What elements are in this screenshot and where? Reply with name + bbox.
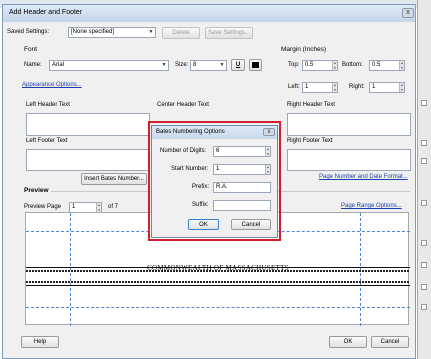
margin-bottom-input[interactable]: 0.5 ▲ ▼ [369, 60, 405, 71]
margin-right-label: Right: [349, 84, 365, 90]
margin-left-stepper[interactable]: ▲ ▼ [332, 83, 337, 92]
right-footer-label: Right Footer Text [287, 138, 333, 144]
background-checkbox [421, 284, 427, 290]
popup-title: Bates Numbering Options [156, 129, 225, 135]
font-name-label: Name: [24, 62, 42, 68]
insert-bates-number-button[interactable]: Insert Bates Number... [81, 173, 147, 185]
chevron-down-icon: ▼ [161, 62, 167, 68]
saved-settings-dropdown[interactable]: [None specified] ▼ [68, 27, 156, 38]
font-name-value: Arial [52, 62, 65, 68]
background-checkbox [421, 140, 427, 146]
preview-page-count: of 7 [108, 204, 119, 210]
margin-left-label: Left: [288, 84, 300, 90]
font-size-value: 8 [193, 62, 197, 68]
left-header-textbox[interactable] [26, 113, 150, 136]
prefix-label: Prefix: [192, 184, 210, 190]
suffix-input[interactable] [213, 200, 271, 211]
background-checkbox [421, 240, 427, 246]
background-checkbox [421, 304, 427, 310]
dialog-titlebar: Add Header and Footer x [3, 5, 415, 22]
digits-input[interactable]: 6 ▲ ▼ [213, 146, 271, 157]
start-number-input[interactable]: 1 ▲ ▼ [213, 164, 271, 175]
left-header-label: Left Header Text [26, 102, 70, 108]
start-number-label: Start Number: [171, 166, 209, 172]
preview-page-value: 1 [72, 204, 76, 210]
save-settings-button[interactable]: Save Settings... [205, 27, 253, 39]
background-checkbox [421, 158, 427, 164]
document-border [26, 281, 410, 283]
start-number-value: 1 [216, 166, 220, 172]
margin-top-input[interactable]: 0.5 ▲ ▼ [302, 60, 338, 71]
digits-stepper[interactable]: ▲ ▼ [265, 147, 270, 156]
suffix-label: Suffix: [192, 202, 209, 208]
bates-numbering-options-dialog: Bates Numbering Options x Number of Digi… [151, 125, 278, 238]
margin-bottom-label: Bottom: [342, 62, 363, 68]
right-header-label: Right Header Text [287, 102, 335, 108]
margin-section-label: Margin (Inches) [281, 46, 327, 53]
help-button[interactable]: Help [21, 336, 59, 348]
chevron-down-icon: ▼ [219, 62, 225, 68]
background-checkbox [421, 262, 427, 268]
page-range-options-link[interactable]: Page Range Options... [341, 203, 402, 209]
margin-left-input[interactable]: 1 ▲ ▼ [302, 82, 338, 93]
digits-label: Number of Digits: [160, 148, 207, 154]
margin-left-value: 1 [305, 84, 309, 90]
prefix-input[interactable]: R.A. [213, 182, 271, 193]
preview-section-label: Preview [24, 187, 49, 194]
background-checkbox [421, 200, 427, 206]
font-size-dropdown[interactable]: 8 ▼ [190, 60, 227, 71]
preview-document-text: COMMONWEALTH OF MASSACHUSETTS [147, 264, 289, 272]
font-color-button[interactable] [249, 59, 262, 71]
margin-top-label: Top: [288, 62, 300, 68]
popup-titlebar: Bates Numbering Options x [152, 126, 277, 139]
ok-button[interactable]: OK [329, 336, 367, 348]
cancel-button[interactable]: Cancel [371, 336, 409, 348]
right-footer-textbox[interactable] [287, 149, 411, 171]
popup-ok-button[interactable]: OK [188, 219, 219, 230]
start-number-stepper[interactable]: ▲ ▼ [265, 165, 270, 174]
dialog-title: Add Header and Footer [9, 9, 83, 16]
margin-right-stepper[interactable]: ▲ ▼ [399, 83, 404, 92]
appearance-options-link[interactable]: Appearance Options... [22, 82, 82, 88]
saved-settings-value: [None specified] [71, 29, 115, 35]
close-icon[interactable]: x [402, 8, 414, 18]
right-header-textbox[interactable] [287, 113, 411, 136]
background-app-panel [417, 0, 431, 359]
preview-page-label: Preview Page [24, 204, 62, 210]
saved-settings-label: Saved Settings: [7, 29, 50, 35]
font-section-label: Font [24, 46, 38, 53]
font-size-label: Size: [175, 62, 189, 68]
margin-top-stepper[interactable]: ▲ ▼ [332, 61, 337, 70]
document-rule [26, 285, 410, 286]
left-footer-label: Left Footer Text [26, 138, 68, 144]
footer-margin-guide [26, 307, 410, 308]
margin-right-value: 1 [372, 84, 376, 90]
chevron-down-icon: ▼ [148, 29, 154, 35]
left-footer-textbox[interactable] [26, 149, 150, 171]
margin-top-value: 0.5 [305, 62, 314, 68]
margin-bottom-value: 0.5 [372, 62, 381, 68]
underline-button[interactable]: U [231, 59, 245, 71]
center-header-label: Center Header Text [157, 102, 209, 108]
prefix-value: R.A. [216, 184, 228, 190]
delete-button[interactable]: Delete [162, 27, 200, 39]
popup-cancel-button[interactable]: Cancel [231, 219, 271, 230]
digits-value: 6 [216, 148, 220, 154]
close-icon[interactable]: x [263, 128, 275, 136]
margin-bottom-stepper[interactable]: ▲ ▼ [399, 61, 404, 70]
background-checkbox [421, 100, 427, 106]
font-name-dropdown[interactable]: Arial ▼ [49, 60, 169, 71]
margin-right-input[interactable]: 1 ▲ ▼ [369, 82, 405, 93]
preview-page-stepper[interactable]: ▲ ▼ [96, 203, 101, 212]
color-swatch-icon [252, 62, 259, 68]
page-number-date-format-link[interactable]: Page Number and Date Format... [319, 174, 408, 180]
